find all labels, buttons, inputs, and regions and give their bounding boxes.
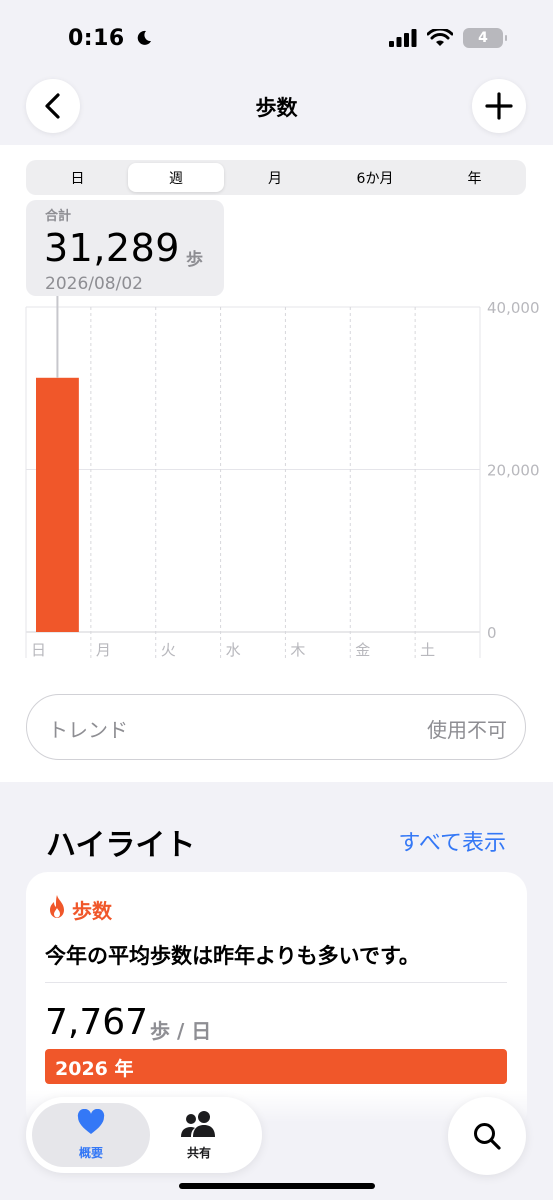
tab-sharing[interactable]: 共有 — [159, 1107, 239, 1163]
x-tick-label: 水 — [226, 641, 241, 659]
highlight-unit: 歩 / 日 — [150, 1019, 212, 1043]
status-time: 0:16 — [68, 26, 153, 51]
trend-value: 使用不可 — [427, 718, 507, 742]
segment-day[interactable]: 日 — [29, 163, 126, 192]
summary-label: 合計 — [45, 209, 72, 224]
search-icon — [474, 1123, 501, 1150]
y-tick-label: 40,000 — [487, 299, 540, 317]
page-title: 歩数 — [255, 96, 298, 120]
highlight-category: 歩数 — [72, 899, 112, 923]
add-button[interactable] — [472, 79, 526, 133]
highlights-title: ハイライト — [46, 828, 196, 863]
highlight-number: 7,767 — [45, 1002, 149, 1043]
battery-indicator: 4 — [463, 28, 507, 48]
summary-value: 31,289 — [44, 226, 180, 270]
flame-icon — [50, 895, 64, 918]
heart-icon — [77, 1109, 105, 1134]
segment-month[interactable]: 月 — [226, 163, 324, 192]
trend-label: トレンド — [48, 718, 128, 742]
highlight-bar-label: 2026 年 — [55, 1058, 134, 1080]
highlight-text: 今年の平均歩数は昨年よりも多いです。 — [45, 944, 420, 968]
tab-sharing-label: 共有 — [186, 1146, 211, 1160]
x-tick-label: 火 — [161, 641, 176, 659]
search-button[interactable] — [448, 1097, 526, 1175]
summary-unit: 歩 — [186, 250, 203, 270]
segment-6months[interactable]: 6か月 — [326, 163, 424, 192]
steps-bar-chart: 40,000 20,000 0 日 月 火 水 木 金 土 — [25, 296, 540, 659]
segment-week[interactable]: 週 — [128, 163, 224, 192]
signal-icon — [389, 29, 417, 47]
moon-icon — [137, 30, 151, 45]
y-tick-label: 0 — [487, 624, 497, 642]
x-tick-label: 日 — [31, 641, 46, 659]
bar — [36, 377, 79, 632]
summary-date: 2026/08/02 — [45, 274, 143, 294]
status-indicators: 4 — [389, 28, 507, 48]
x-tick-label: 月 — [96, 641, 111, 659]
home-indicator — [179, 1183, 375, 1189]
tab-overview[interactable]: 概要 — [51, 1107, 131, 1163]
tab-overview-label: 概要 — [78, 1146, 103, 1160]
y-tick-label: 20,000 — [487, 462, 540, 480]
plus-icon — [485, 92, 513, 120]
wifi-icon — [427, 29, 453, 46]
x-tick-label: 金 — [355, 641, 370, 659]
period-segmented-control: 日 週 月 6か月 年 — [26, 160, 526, 195]
x-tick-label: 木 — [290, 641, 305, 659]
x-tick-label: 土 — [420, 641, 435, 659]
show-all-link[interactable]: すべて表示 — [398, 825, 506, 857]
segment-year[interactable]: 年 — [426, 163, 523, 192]
highlight-divider — [45, 982, 507, 983]
people-icon — [181, 1111, 215, 1137]
